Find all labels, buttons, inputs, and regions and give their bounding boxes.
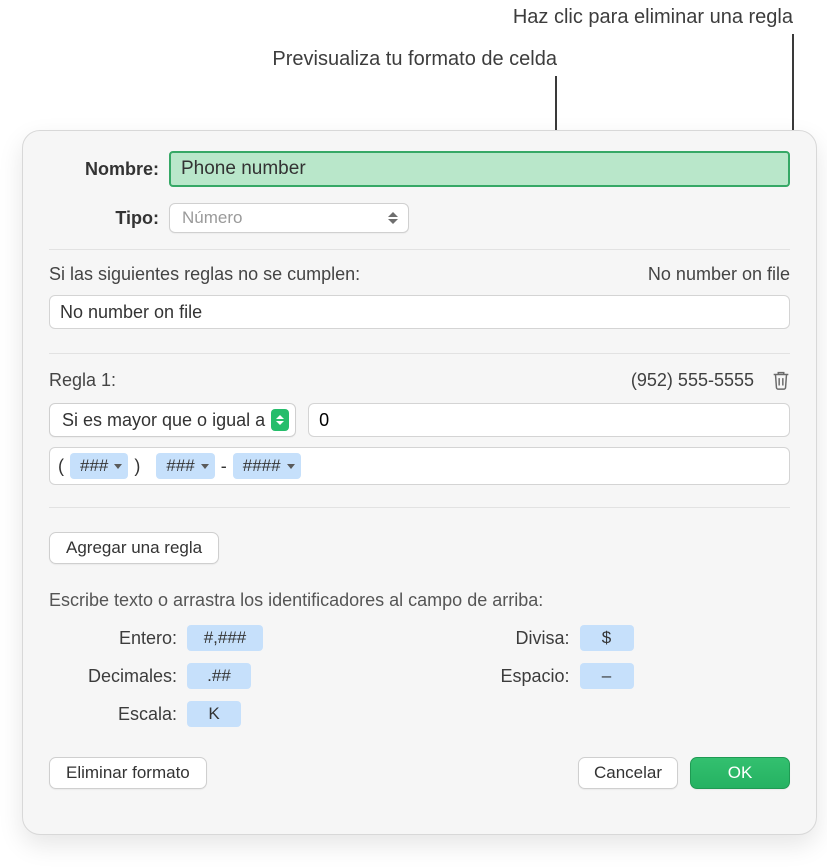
rule-1-preview-text: (952) 555-5555 xyxy=(631,370,754,390)
token-divisa: Divisa: $ xyxy=(450,625,783,651)
format-open-paren: ( xyxy=(58,456,64,477)
rule-1-condition-value: Si es mayor que o igual a xyxy=(62,410,265,431)
format-token-1[interactable]: ### xyxy=(70,453,128,479)
tokens-grid: Entero: #,### Divisa: $ Decimales: .## E… xyxy=(49,625,790,727)
type-label: Tipo: xyxy=(49,208,169,229)
type-row: Tipo: Número xyxy=(49,203,790,233)
trash-icon[interactable] xyxy=(770,368,792,392)
dialog-footer: Eliminar formato Cancelar OK xyxy=(49,757,790,789)
token-decimales: Decimales: .## xyxy=(57,663,390,689)
delete-format-button[interactable]: Eliminar formato xyxy=(49,757,207,789)
format-dash: - xyxy=(221,456,227,477)
default-rule-input[interactable] xyxy=(49,295,790,329)
token-escala-chip[interactable]: K xyxy=(187,701,241,727)
format-token-2-text: ### xyxy=(166,456,194,476)
tokens-help-text: Escribe texto o arrastra los identificad… xyxy=(49,590,790,611)
format-token-3[interactable]: #### xyxy=(233,453,301,479)
name-input[interactable] xyxy=(169,151,790,187)
token-escala: Escala: K xyxy=(57,701,390,727)
rule-1-value-input[interactable] xyxy=(308,403,790,437)
token-espacio-label: Espacio: xyxy=(450,666,570,687)
token-entero: Entero: #,### xyxy=(57,625,390,651)
token-divisa-label: Divisa: xyxy=(450,628,570,649)
format-token-3-text: #### xyxy=(243,456,281,476)
format-token-1-text: ### xyxy=(80,456,108,476)
name-label: Nombre: xyxy=(49,159,169,180)
format-token-2[interactable]: ### xyxy=(156,453,214,479)
rule-1: Regla 1: (952) 555-5555 Si es mayor que … xyxy=(49,354,790,489)
type-select-value: Número xyxy=(182,208,242,228)
select-stepper-icon xyxy=(271,409,289,431)
token-entero-label: Entero: xyxy=(57,628,177,649)
rule-1-condition-select[interactable]: Si es mayor que o igual a xyxy=(49,403,296,437)
chevron-down-icon xyxy=(114,464,122,469)
ok-button[interactable]: OK xyxy=(690,757,790,789)
rule-1-preview: (952) 555-5555 xyxy=(631,370,790,391)
format-close-paren: ) xyxy=(134,456,140,477)
token-escala-label: Escala: xyxy=(57,704,177,725)
default-rule-section: Si las siguientes reglas no se cumplen: … xyxy=(49,250,790,337)
format-dialog: Nombre: Tipo: Número Si las siguientes r… xyxy=(22,130,817,835)
rule-1-format-field[interactable]: ( ### ) ### - #### xyxy=(49,447,790,485)
callouts-area: Haz clic para eliminar una regla Previsu… xyxy=(0,0,827,118)
default-rule-heading: Si las siguientes reglas no se cumplen: xyxy=(49,264,360,285)
token-entero-chip[interactable]: #,### xyxy=(187,625,263,651)
add-rule-button[interactable]: Agregar una regla xyxy=(49,532,219,564)
token-decimales-label: Decimales: xyxy=(57,666,177,687)
token-decimales-chip[interactable]: .## xyxy=(187,663,251,689)
token-divisa-chip[interactable]: $ xyxy=(580,625,634,651)
callout-preview-format: Previsualiza tu formato de celda xyxy=(272,48,557,71)
default-rule-preview: No number on file xyxy=(648,264,790,285)
stepper-icon xyxy=(386,207,400,229)
token-espacio: Espacio: – xyxy=(450,663,783,689)
chevron-down-icon xyxy=(287,464,295,469)
name-row: Nombre: xyxy=(49,151,790,187)
type-select[interactable]: Número xyxy=(169,203,409,233)
chevron-down-icon xyxy=(201,464,209,469)
cancel-button[interactable]: Cancelar xyxy=(578,757,678,789)
rule-1-title: Regla 1: xyxy=(49,370,116,391)
callout-delete-rule: Haz clic para eliminar una regla xyxy=(513,6,793,29)
token-espacio-chip[interactable]: – xyxy=(580,663,634,689)
